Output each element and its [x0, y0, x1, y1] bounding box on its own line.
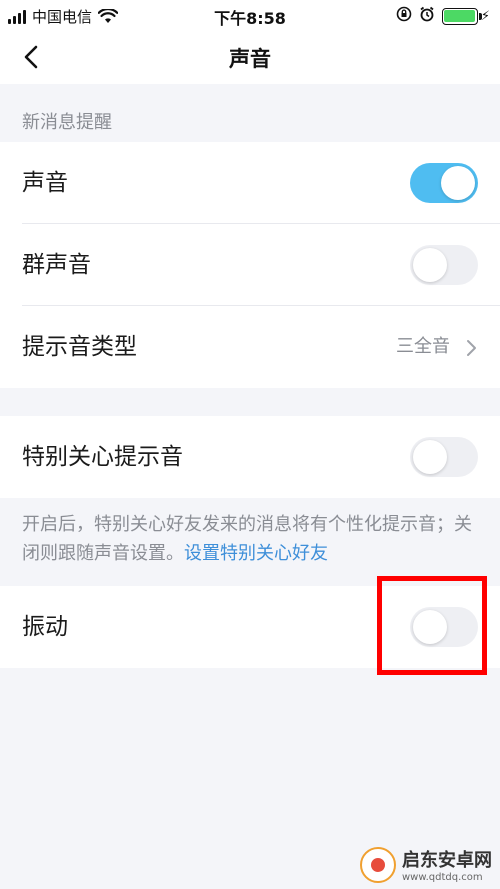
page-title: 声音	[229, 47, 271, 71]
row-special-care-sound: 特别关心提示音	[0, 416, 500, 498]
special-care-note: 开启后，特别关心好友发来的消息将有个性化提示音；关闭则跟随声音设置。设置特别关心…	[22, 510, 480, 568]
chevron-right-icon	[466, 339, 478, 357]
battery-icon	[441, 7, 482, 25]
special-care-sound-toggle[interactable]	[410, 437, 478, 477]
toggle-knob	[441, 166, 475, 200]
group-sound-toggle[interactable]	[410, 245, 478, 285]
watermark-text: 启东安卓网 www.qdtdq.com	[402, 846, 492, 883]
group-special-care: 特别关心提示音	[0, 416, 500, 498]
ringtone-type-value: 三全音	[396, 336, 450, 357]
sound-toggle[interactable]	[410, 163, 478, 203]
set-special-care-friends-link[interactable]: 设置特别关心好友	[184, 543, 328, 564]
battery-fill	[444, 10, 476, 22]
row-label: 声音	[22, 170, 68, 196]
watermark: 启东安卓网 www.qdtdq.com	[360, 846, 492, 883]
watermark-name: 启东安卓网	[402, 850, 492, 871]
row-label: 群声音	[22, 252, 91, 278]
highlight-box	[377, 576, 487, 675]
toggle-knob	[413, 440, 447, 474]
row-ringtone-type[interactable]: 提示音类型 三全音	[0, 306, 500, 388]
row-sound: 声音	[0, 142, 500, 224]
nav-bar: 声音	[0, 30, 500, 84]
row-group-sound: 群声音	[0, 224, 500, 306]
row-label: 提示音类型	[22, 334, 137, 360]
charging-bolt-icon: ⚡	[480, 8, 490, 24]
rotation-lock-icon	[396, 6, 412, 26]
toggle-knob	[413, 248, 447, 282]
status-right: ⚡	[396, 6, 490, 26]
status-bar: 中国电信 下午8:58 ⚡	[0, 0, 500, 30]
alarm-icon	[419, 6, 435, 26]
section-header-new-message: 新消息提醒	[22, 112, 112, 133]
watermark-logo-icon	[360, 846, 396, 883]
row-label: 振动	[22, 614, 68, 640]
group-new-message: 声音 群声音 提示音类型 三全音	[0, 142, 500, 388]
watermark-url: www.qdtdq.com	[402, 872, 483, 883]
chevron-left-icon[interactable]	[18, 42, 48, 72]
row-label: 特别关心提示音	[22, 444, 183, 470]
